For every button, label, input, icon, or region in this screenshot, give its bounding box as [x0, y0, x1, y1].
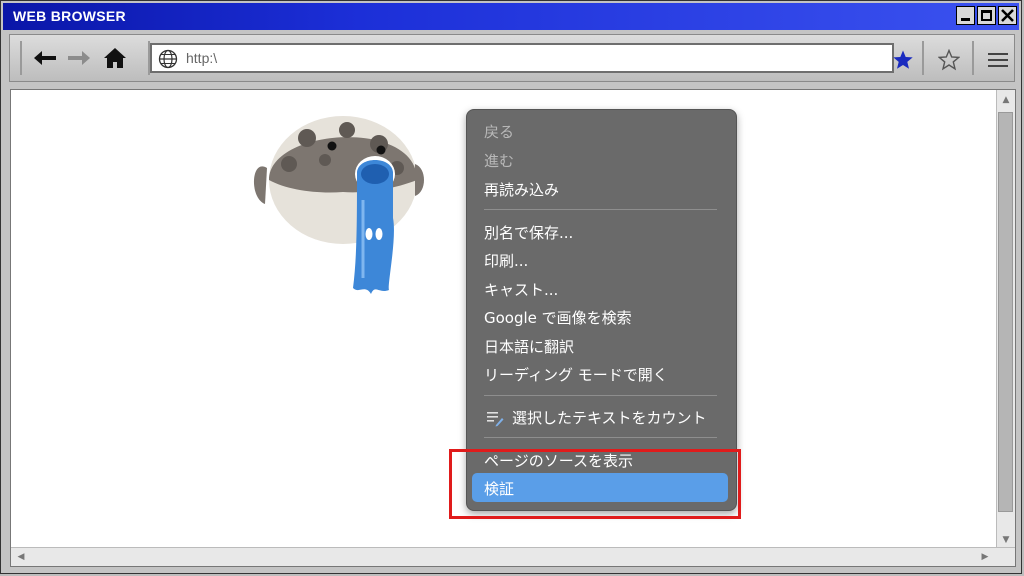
menu-item-count-text[interactable]: 選択したテキストをカウント: [512, 407, 707, 428]
window-controls: [956, 6, 1017, 25]
globe-icon: [158, 49, 178, 69]
title-bar: WEB BROWSER: [3, 3, 1019, 30]
vertical-scrollbar[interactable]: ▲ ▼: [996, 90, 1015, 550]
toolbar: [9, 34, 1015, 82]
toolbar-divider: [972, 41, 974, 75]
forward-arrow-icon[interactable]: [66, 47, 92, 69]
text-count-icon: [487, 412, 504, 427]
menu-item-save-as[interactable]: 別名で保存...: [484, 222, 573, 243]
menu-divider: [484, 395, 717, 396]
pufferfish-illustration: [253, 116, 424, 294]
scroll-down-arrow[interactable]: ▼: [998, 532, 1014, 548]
star-outline-icon[interactable]: [938, 49, 960, 71]
vertical-scroll-thumb[interactable]: [998, 112, 1013, 512]
minimize-icon: [961, 18, 970, 21]
maximize-icon: [981, 10, 992, 21]
menu-item-print[interactable]: 印刷...: [484, 250, 528, 271]
annotation-highlight-box: [449, 449, 741, 519]
menu-divider: [484, 437, 717, 438]
hamburger-menu-icon[interactable]: [986, 49, 1010, 71]
menu-item-forward[interactable]: 進む: [484, 150, 514, 171]
scroll-left-arrow[interactable]: ◀: [13, 549, 29, 565]
scroll-up-arrow[interactable]: ▲: [998, 92, 1014, 108]
nav-buttons: [20, 41, 150, 75]
menu-item-back[interactable]: 戻る: [484, 121, 514, 142]
horizontal-scrollbar[interactable]: ◀ ▶: [11, 547, 1015, 566]
close-icon: [1001, 9, 1014, 22]
back-arrow-icon[interactable]: [32, 47, 58, 69]
toolbar-divider: [922, 41, 924, 75]
bookmark-star-filled-icon[interactable]: [892, 49, 914, 71]
menu-item-translate[interactable]: 日本語に翻訳: [484, 336, 574, 357]
close-button[interactable]: [998, 6, 1017, 25]
window-title: WEB BROWSER: [13, 8, 126, 24]
home-icon[interactable]: [102, 47, 128, 69]
menu-item-reading-mode[interactable]: リーディング モードで開く: [484, 364, 668, 385]
address-bar[interactable]: [150, 43, 894, 73]
minimize-button[interactable]: [956, 6, 975, 25]
menu-divider: [484, 209, 717, 210]
browser-window: WEB BROWSER http:\ ▲ ▼ ◀ ▶ 戻る 進む 再読み込み 別…: [0, 0, 1022, 574]
menu-item-search-image-google[interactable]: Google で画像を検索: [484, 307, 632, 328]
url-input[interactable]: [186, 48, 866, 68]
scroll-right-arrow[interactable]: ▶: [977, 549, 993, 565]
menu-item-reload[interactable]: 再読み込み: [484, 179, 559, 200]
menu-item-cast[interactable]: キャスト...: [484, 279, 558, 300]
maximize-button[interactable]: [977, 6, 996, 25]
